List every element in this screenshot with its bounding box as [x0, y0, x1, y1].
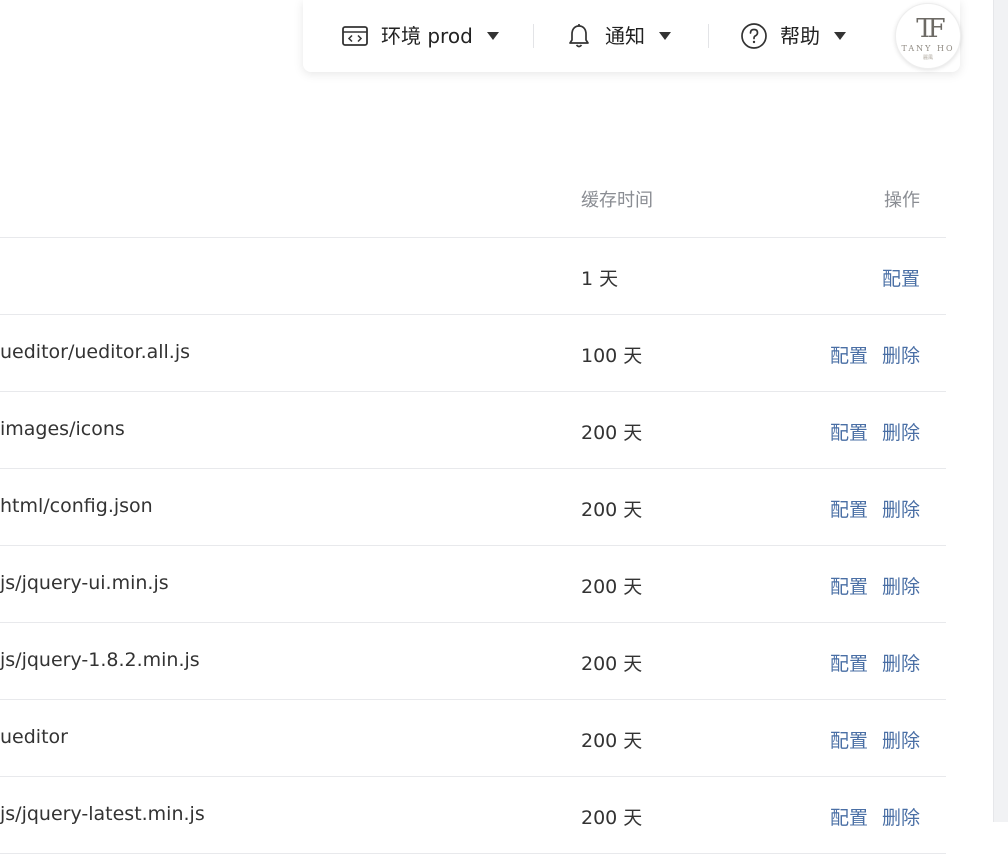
delete-link[interactable]: 删除: [882, 726, 920, 753]
row-cache-time: 200 天: [581, 807, 643, 829]
caret-down-icon: [659, 32, 671, 40]
row-cache-time: 200 天: [581, 730, 643, 752]
env-dropdown[interactable]: 环境 prod: [341, 22, 499, 50]
delete-link[interactable]: 删除: [882, 649, 920, 676]
avatar-monogram: TF: [916, 13, 945, 44]
row-path: html/config.json: [0, 495, 153, 517]
delete-link[interactable]: 删除: [882, 341, 920, 368]
delete-link[interactable]: 删除: [882, 803, 920, 830]
avatar-sub: 麗風: [922, 54, 933, 61]
avatar-brand: TANY HO: [901, 43, 955, 53]
caret-down-icon: [834, 32, 846, 40]
cache-rules-table: 缓存时间 操作 1 天配置 ueditor/ueditor.all.js 100 天…: [0, 162, 946, 854]
configure-link[interactable]: 配置: [830, 803, 868, 830]
column-header-cache-time: 缓存时间: [581, 190, 653, 211]
code-window-icon: [341, 22, 369, 50]
configure-link[interactable]: 配置: [830, 572, 868, 599]
row-actions: 配置 删除: [830, 495, 920, 522]
caret-down-icon: [486, 32, 499, 40]
help-dropdown[interactable]: 帮助: [740, 22, 846, 50]
row-cache-time: 200 天: [581, 422, 643, 444]
table-row: images/icons 200 天 配置 删除: [0, 392, 946, 469]
configure-link[interactable]: 配置: [830, 418, 868, 445]
notify-label: 通知: [605, 24, 645, 48]
row-path: ueditor/ueditor.all.js: [0, 341, 191, 363]
row-actions: 配置: [882, 264, 920, 291]
toolbar-divider: [708, 24, 709, 48]
delete-link[interactable]: 删除: [882, 418, 920, 445]
table-body: 1 天配置 ueditor/ueditor.all.js 100 天配置 删除 imag…: [0, 238, 946, 854]
env-label: 环境 prod: [381, 24, 473, 48]
configure-link[interactable]: 配置: [830, 726, 868, 753]
table-row: js/jquery-1.8.2.min.js 200 天 配置 删除: [0, 623, 946, 700]
row-actions: 配置 删除: [830, 649, 920, 676]
bell-icon: [565, 22, 593, 50]
row-cache-time: 200 天: [581, 653, 643, 675]
row-actions: 配置 删除: [830, 341, 920, 368]
row-actions: 配置 删除: [830, 726, 920, 753]
notify-dropdown[interactable]: 通知: [565, 22, 671, 50]
scrollbar-track[interactable]: [993, 0, 1008, 822]
row-actions: 配置 删除: [830, 418, 920, 445]
row-path: js/jquery-ui.min.js: [0, 572, 169, 594]
table-row: 1 天 配置: [0, 238, 946, 315]
toolbar-divider: [533, 24, 534, 48]
row-actions: 配置 删除: [830, 803, 920, 830]
configure-link[interactable]: 配置: [830, 649, 868, 676]
row-path: js/jquery-1.8.2.min.js: [0, 649, 200, 671]
top-toolbar: 环境 prod 通知 帮助: [303, 0, 960, 72]
help-label: 帮助: [780, 24, 820, 48]
row-cache-time: 200 天: [581, 576, 643, 598]
configure-link[interactable]: 配置: [882, 264, 920, 291]
row-cache-time: 200 天: [581, 499, 643, 521]
table-row: ueditor 200 天 配置 删除: [0, 700, 946, 777]
user-avatar[interactable]: TF TANY HO 麗風: [895, 3, 961, 69]
table-row: ueditor/ueditor.all.js 100 天 配置 删除: [0, 315, 946, 392]
configure-link[interactable]: 配置: [830, 495, 868, 522]
table-row: html/config.json 200 天 配置 删除: [0, 469, 946, 546]
row-cache-time: 100 天: [581, 345, 643, 367]
row-actions: 配置 删除: [830, 572, 920, 599]
row-path: images/icons: [0, 418, 125, 440]
table-header: 缓存时间 操作: [0, 162, 946, 238]
row-path: ueditor: [0, 726, 68, 748]
row-cache-time: 1 天: [581, 268, 619, 290]
configure-link[interactable]: 配置: [830, 341, 868, 368]
table-row: js/jquery-ui.min.js 200 天 配置 删除: [0, 546, 946, 623]
delete-link[interactable]: 删除: [882, 495, 920, 522]
column-header-actions: 操作: [884, 190, 920, 211]
help-circle-icon: [740, 22, 768, 50]
table-row: js/jquery-latest.min.js 200 天配置 删除: [0, 777, 946, 854]
delete-link[interactable]: 删除: [882, 572, 920, 599]
